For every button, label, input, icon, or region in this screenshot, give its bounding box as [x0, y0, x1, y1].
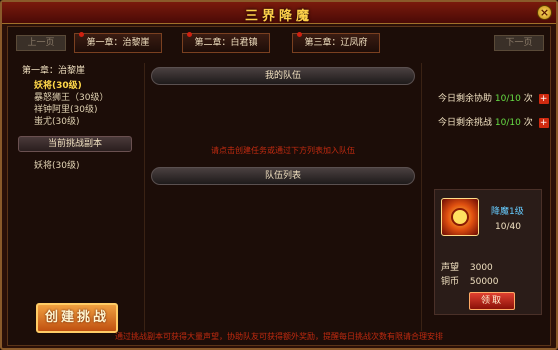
- coin-reward: 铜币 50000: [441, 274, 499, 287]
- boss-list-panel: 第一章：治黎崖 妖将(30级) 暴怒狮王（30级） 祥钟阿里(30级) 蚩尤(3…: [18, 63, 136, 333]
- chapter-title: 第一章：治黎崖: [22, 66, 86, 76]
- create-challenge-button[interactable]: 创建挑战: [36, 303, 118, 333]
- fame-value: 3000: [469, 263, 493, 273]
- assist-value: 10/10: [494, 94, 521, 104]
- add-challenge-icon[interactable]: +: [538, 117, 549, 128]
- tab-chapter-2[interactable]: 第二章：白君镇: [182, 32, 270, 53]
- my-team-message: 请点击创建任务或通过下方列表加入队伍: [211, 146, 355, 155]
- footer-message: 通过挑战副本可获得大量声望，协助队友可获得额外奖励，提醒每日挑战次数有限请合理安…: [115, 332, 443, 341]
- dialog-window: 三界降魔 × 上一页 第一章：治黎崖 第二章：白君镇 第三章：辽凤府 下一页 第…: [0, 0, 558, 350]
- challenge-value: 10/10: [494, 118, 521, 128]
- current-challenge-header: 当前挑战副本: [18, 136, 132, 152]
- badge-face-icon: [451, 208, 469, 226]
- boss-item[interactable]: 祥钟阿里(30级): [34, 104, 136, 116]
- next-page-button[interactable]: 下一页: [494, 35, 544, 51]
- window-title: 三界降魔: [244, 9, 313, 24]
- boss-item[interactable]: 妖将(30级): [34, 80, 136, 92]
- team-list-header: 队伍列表: [151, 167, 415, 185]
- demon-badge-icon: [441, 198, 479, 236]
- challenge-remaining: 今日剩余挑战 10/10 次 +: [438, 115, 549, 128]
- assist-remaining: 今日剩余协助 10/10 次 +: [438, 91, 549, 104]
- coin-label: 铜币: [441, 277, 460, 287]
- tab-marker-icon: [297, 32, 302, 37]
- add-assist-icon[interactable]: +: [538, 93, 549, 104]
- content-area: 上一页 第一章：治黎崖 第二章：白君镇 第三章：辽凤府 下一页 第一章：治黎崖 …: [7, 26, 551, 346]
- fame-reward: 声望 3000: [441, 260, 493, 273]
- tab-marker-icon: [79, 32, 84, 37]
- tab-chapter-1[interactable]: 第一章：治黎崖: [74, 32, 162, 53]
- stats-panel: 今日剩余协助 10/10 次 + 今日剩余挑战 10/10 次 + 降魔1级 1…: [428, 63, 549, 331]
- tab-label: 第三章：辽凤府: [304, 38, 368, 48]
- coin-value: 50000: [469, 277, 499, 287]
- team-panel: 我的队伍 请点击创建任务或通过下方列表加入队伍 队伍列表: [144, 63, 422, 331]
- tab-label: 第二章：白君镇: [194, 38, 258, 48]
- reward-level-name: 降魔1级: [491, 207, 524, 217]
- tab-label: 第一章：治黎崖: [86, 38, 150, 48]
- my-team-header: 我的队伍: [151, 67, 415, 85]
- reward-box: 降魔1级 10/40 声望 3000 铜币 50000 领取: [434, 189, 542, 315]
- boss-item[interactable]: 蚩尤(30级): [34, 116, 136, 128]
- title-bar: 三界降魔 ×: [2, 2, 556, 24]
- assist-unit: 次: [523, 94, 533, 104]
- challenge-unit: 次: [523, 118, 533, 128]
- tab-chapter-3[interactable]: 第三章：辽凤府: [292, 32, 380, 53]
- claim-reward-button[interactable]: 领取: [469, 292, 515, 310]
- close-icon[interactable]: ×: [537, 5, 552, 20]
- current-challenge-boss: 妖将(30级): [34, 161, 80, 171]
- reward-progress: 10/40: [495, 222, 521, 232]
- assist-label: 今日剩余协助: [438, 94, 493, 104]
- boss-item[interactable]: 暴怒狮王（30级）: [34, 92, 136, 104]
- prev-page-button[interactable]: 上一页: [16, 35, 66, 51]
- tab-marker-icon: [187, 32, 192, 37]
- fame-label: 声望: [441, 263, 460, 273]
- challenge-label: 今日剩余挑战: [438, 118, 493, 128]
